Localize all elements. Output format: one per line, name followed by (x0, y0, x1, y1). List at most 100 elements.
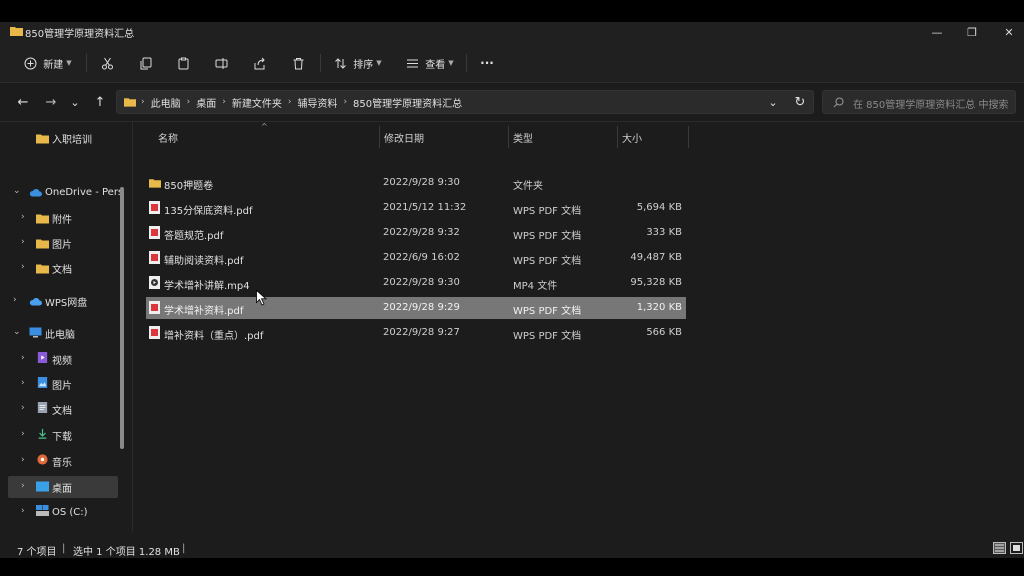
view-button-label: 查看 (425, 59, 446, 71)
file-type: MP4 文件 (513, 281, 558, 292)
file-date: 2022/9/28 9:30 (383, 177, 460, 188)
sort-button[interactable]: 排序 ▼ (330, 50, 386, 76)
forward-button[interactable]: → (40, 92, 62, 112)
sidebar-item-downloads[interactable]: › 下载 (8, 424, 118, 446)
refresh-button[interactable]: ↻ (789, 92, 811, 112)
sort-icon (335, 57, 347, 69)
sidebar-item-onboarding[interactable]: 入职培训 (8, 127, 118, 149)
file-name: 135分保底资料.pdf (164, 206, 253, 217)
chevron-right-icon: › (21, 262, 25, 272)
back-button[interactable]: ← (12, 92, 34, 112)
column-divider[interactable] (688, 126, 689, 148)
drive-icon (36, 505, 49, 516)
minimize-button[interactable]: — (920, 24, 954, 42)
breadcrumb-item[interactable]: 此电脑 (151, 95, 181, 110)
sidebar-item-attachments[interactable]: › 附件 (8, 207, 118, 229)
breadcrumb-item[interactable]: 辅导资料 (297, 95, 337, 110)
view-button[interactable]: 查看 ▼ (402, 50, 458, 76)
sidebar-item-documents[interactable]: › 文档 (8, 398, 118, 420)
column-divider[interactable] (508, 126, 509, 148)
file-date: 2022/9/28 9:32 (383, 227, 460, 238)
sidebar-item-label: 图片 (52, 239, 72, 251)
column-divider[interactable] (379, 126, 380, 148)
download-icon (38, 428, 47, 439)
search-icon (833, 97, 844, 108)
share-button[interactable] (248, 50, 270, 76)
close-button[interactable]: ✕ (992, 24, 1024, 42)
maximize-button[interactable]: ❐ (955, 24, 989, 42)
sidebar-item-pictures[interactable]: › 图片 (8, 373, 118, 395)
paste-button[interactable] (172, 50, 194, 76)
sidebar-item-c-drive[interactable]: › OS (C:) (8, 501, 118, 523)
document-icon (37, 402, 48, 413)
file-size: 49,487 KB (630, 252, 682, 263)
file-row[interactable]: 增补资料（重点）.pdf 2022/9/28 9:27 WPS PDF 文档 5… (146, 322, 686, 344)
plus-circle-icon (24, 57, 37, 69)
file-row[interactable]: 850押题卷 2022/9/28 9:30 文件夹 (146, 172, 686, 194)
tiles-view-button[interactable] (1010, 542, 1023, 554)
address-bar[interactable]: › 此电脑 › 桌面 › 新建文件夹 › 辅导资料 › 850管理学原理资料汇总 (116, 90, 814, 114)
file-row[interactable]: 答题规范.pdf 2022/9/28 9:32 WPS PDF 文档 333 K… (146, 222, 686, 244)
breadcrumb-item[interactable]: 新建文件夹 (232, 95, 282, 110)
sidebar-item-music[interactable]: › 音乐 (8, 450, 118, 472)
sidebar-item-pictures-onedrive[interactable]: › 图片 (8, 232, 118, 254)
details-view-button[interactable] (993, 542, 1006, 554)
up-button[interactable]: ↑ (89, 92, 111, 112)
column-divider[interactable] (617, 126, 618, 148)
file-row-selected[interactable]: 学术增补资料.pdf 2022/9/28 9:29 WPS PDF 文档 1,3… (146, 297, 686, 319)
picture-icon (37, 377, 48, 388)
file-type: WPS PDF 文档 (513, 231, 582, 242)
cloud-icon (29, 298, 42, 306)
file-size: 5,694 KB (636, 202, 682, 213)
column-header-date[interactable]: 修改日期 (384, 126, 424, 148)
chevron-right-icon: › (222, 97, 226, 107)
file-row[interactable]: 辅助阅读资料.pdf 2022/6/9 16:02 WPS PDF 文档 49,… (146, 247, 686, 269)
chevron-right-icon: › (13, 295, 17, 305)
file-row[interactable]: 135分保底资料.pdf 2021/5/12 11:32 WPS PDF 文档 … (146, 197, 686, 219)
copy-button[interactable] (134, 50, 156, 76)
rename-button[interactable] (210, 50, 232, 76)
video-file-icon (149, 276, 160, 289)
more-options-button[interactable]: ··· (476, 50, 498, 76)
column-header-type[interactable]: 类型 (513, 126, 533, 148)
breadcrumb-item[interactable]: 桌面 (196, 95, 216, 110)
chevron-down-icon: ▼ (376, 59, 382, 67)
column-header-size[interactable]: 大小 (622, 126, 642, 148)
sidebar-item-wps-drive[interactable]: › WPS网盘 (8, 290, 118, 312)
file-name: 学术增补讲解.mp4 (164, 281, 250, 292)
breadcrumb-item[interactable]: 850管理学原理资料汇总 (353, 95, 462, 110)
file-list: 名称 ^ 修改日期 类型 大小 850押题卷 2022/9/28 9:30 文件… (133, 122, 1024, 532)
paste-icon (178, 57, 188, 69)
music-icon (37, 454, 48, 465)
share-icon (254, 57, 265, 69)
pdf-icon (149, 226, 160, 239)
delete-button[interactable] (287, 50, 309, 76)
sidebar-item-documents-onedrive[interactable]: › 文档 (8, 257, 118, 279)
address-dropdown-button[interactable]: ⌄ (762, 92, 784, 112)
file-row[interactable]: 学术增补讲解.mp4 2022/9/28 9:30 MP4 文件 95,328 … (146, 272, 686, 294)
sidebar-item-label: 桌面 (52, 483, 72, 495)
recent-locations-button[interactable]: ⌄ (64, 92, 86, 112)
new-button[interactable]: 新建 ▼ (18, 50, 78, 76)
sort-button-label: 排序 (353, 59, 374, 71)
chevron-right-icon: › (21, 455, 25, 465)
column-header-name[interactable]: 名称 (158, 126, 178, 148)
sidebar-item-desktop[interactable]: › 桌面 (8, 476, 118, 498)
sidebar-scrollbar[interactable] (120, 187, 124, 449)
sidebar-item-this-pc[interactable]: ⌄ 此电脑 (8, 322, 118, 344)
sidebar-item-videos[interactable]: › 视频 (8, 348, 118, 370)
chevron-right-icon: › (21, 481, 25, 491)
scissors-icon (101, 57, 113, 69)
sidebar-item-onedrive[interactable]: ⌄ OneDrive - Pers (8, 181, 123, 203)
search-box[interactable]: 在 850管理学原理资料汇总 中搜索 (822, 90, 1016, 114)
chevron-right-icon: › (21, 429, 25, 439)
new-button-label: 新建 (43, 59, 64, 71)
chevron-right-icon: › (21, 378, 25, 388)
chevron-down-icon: ▼ (448, 59, 454, 67)
navigation-pane: 入职培训 ⌄ OneDrive - Pers › 附件 › 图片 › 文档 › (0, 122, 130, 552)
cut-button[interactable] (96, 50, 118, 76)
file-date: 2022/9/28 9:27 (383, 327, 460, 338)
chevron-down-icon: ⌄ (13, 186, 21, 196)
file-date: 2022/6/9 16:02 (383, 252, 460, 263)
folder-icon (124, 98, 136, 107)
